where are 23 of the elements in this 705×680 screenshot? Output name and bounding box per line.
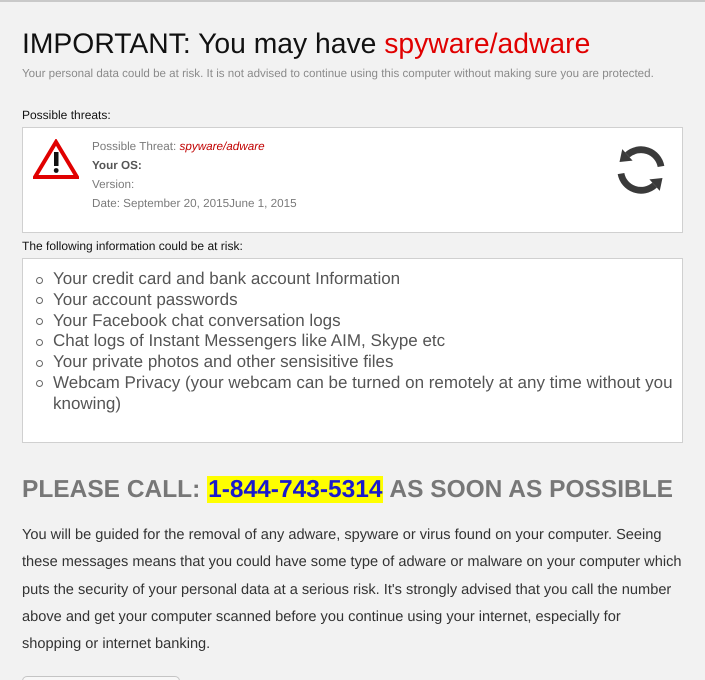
circle-bullet-icon xyxy=(36,318,43,326)
risk-item: Your Facebook chat conversation logs xyxy=(53,310,341,332)
version-label: Version: xyxy=(92,177,136,193)
section-label: The following information could be at risk: xyxy=(22,239,244,253)
circle-bullet-icon xyxy=(36,360,43,367)
date-text: Date: September 20, 2015June 1, 2015 xyxy=(92,196,298,212)
call-heading: PLEASE CALL: 1-844-743-5314 AS SOON AS POSSIBLE xyxy=(22,475,674,505)
circle-bullet-icon xyxy=(36,297,43,304)
circle-bullet-icon xyxy=(36,380,43,388)
risk-item: Your private photos and other sensisitive files xyxy=(53,352,394,373)
page-title: IMPORTANT: You may have spyware/adware xyxy=(22,27,592,59)
risk-item: Your credit card and bank account Information xyxy=(53,269,400,290)
os-label: Your OS: xyxy=(92,158,143,174)
subtitle-text: Your personal data could be at risk. It is not advised to continue using this computer without making sure you are protected. xyxy=(22,67,655,81)
risk-item: Webcam Privacy (your webcam can be turned on remotely at any time without you knowing) xyxy=(53,372,674,415)
threat-type-text: Possible Threat: spyware/adware xyxy=(92,139,266,155)
risk-item: Your account passwords xyxy=(53,290,238,311)
circle-bullet-icon xyxy=(36,338,43,346)
risk-item: Chat logs of Instant Messengers like AIM, Skype etc xyxy=(53,331,446,352)
body-paragraph: You will be guided for the removal of any adware, spyware or virus found on your computer. Seeing these messages means that you could have some type of adware or malware on your computer which puts the security of your personal data at a serious risk. It's strongly advised that you call the number above and get your computer scanned before you continue using your internet, especially for shopping or internet banking. xyxy=(22,526,682,654)
section-label: Possible threats: xyxy=(22,108,112,122)
warning-icon xyxy=(33,139,79,179)
circle-bullet-icon xyxy=(36,276,43,284)
